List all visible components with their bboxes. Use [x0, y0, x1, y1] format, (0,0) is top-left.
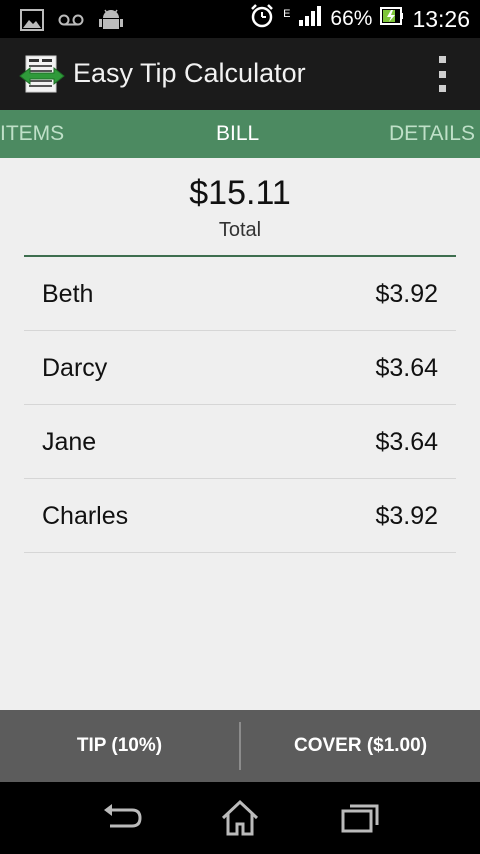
recent-apps-icon[interactable] — [336, 798, 386, 838]
list-item[interactable]: Jane $3.64 — [24, 405, 456, 479]
person-name: Darcy — [42, 354, 108, 382]
person-amount: $3.92 — [375, 502, 438, 530]
network-type-label: E — [283, 8, 291, 20]
back-icon[interactable] — [96, 798, 146, 838]
list-item[interactable]: Darcy $3.64 — [24, 331, 456, 405]
voicemail-icon — [58, 13, 84, 32]
tab-items[interactable]: ITEMS — [0, 122, 64, 146]
total-label: Total — [218, 219, 262, 241]
home-icon[interactable] — [215, 798, 265, 838]
bottom-action-bar: TIP (10%) COVER ($1.00) — [0, 710, 480, 782]
navigation-bar — [0, 782, 480, 854]
person-amount: $3.64 — [375, 354, 438, 382]
total-amount: $15.11 — [189, 174, 291, 212]
person-name: Beth — [42, 280, 94, 308]
app-title: Easy Tip Calculator — [73, 58, 306, 88]
app-logo-icon[interactable] — [18, 54, 66, 96]
tab-details[interactable]: DETAILS — [389, 122, 475, 146]
clock: 13:26 — [412, 5, 470, 32]
person-name: Jane — [42, 428, 97, 456]
cover-button[interactable]: COVER ($1.00) — [241, 710, 480, 782]
list-item[interactable]: Beth $3.92 — [24, 257, 456, 331]
person-amount: $3.64 — [375, 428, 438, 456]
gallery-icon — [20, 9, 44, 36]
bill-content: $15.11 Total Beth $3.92 Darcy $3.64 Jane… — [0, 158, 480, 710]
android-icon — [98, 8, 124, 37]
action-bar: Easy Tip Calculator — [0, 38, 480, 110]
list-item[interactable]: Charles $3.92 — [24, 479, 456, 553]
overflow-menu-icon[interactable] — [432, 56, 452, 92]
tip-button[interactable]: TIP (10%) — [0, 710, 239, 782]
person-amount: $3.92 — [375, 280, 438, 308]
alarm-icon — [249, 3, 275, 35]
person-name: Charles — [42, 502, 129, 530]
tab-bar: ITEMS BILL DETAILS — [0, 110, 480, 158]
battery-percent: 66% — [330, 7, 373, 30]
signal-icon — [298, 5, 322, 33]
tab-bill[interactable]: BILL — [216, 122, 259, 146]
people-list: Beth $3.92 Darcy $3.64 Jane $3.64 Charle… — [24, 257, 456, 553]
battery-charging-icon — [380, 7, 404, 31]
status-bar: E 66% 13:26 — [0, 0, 480, 38]
